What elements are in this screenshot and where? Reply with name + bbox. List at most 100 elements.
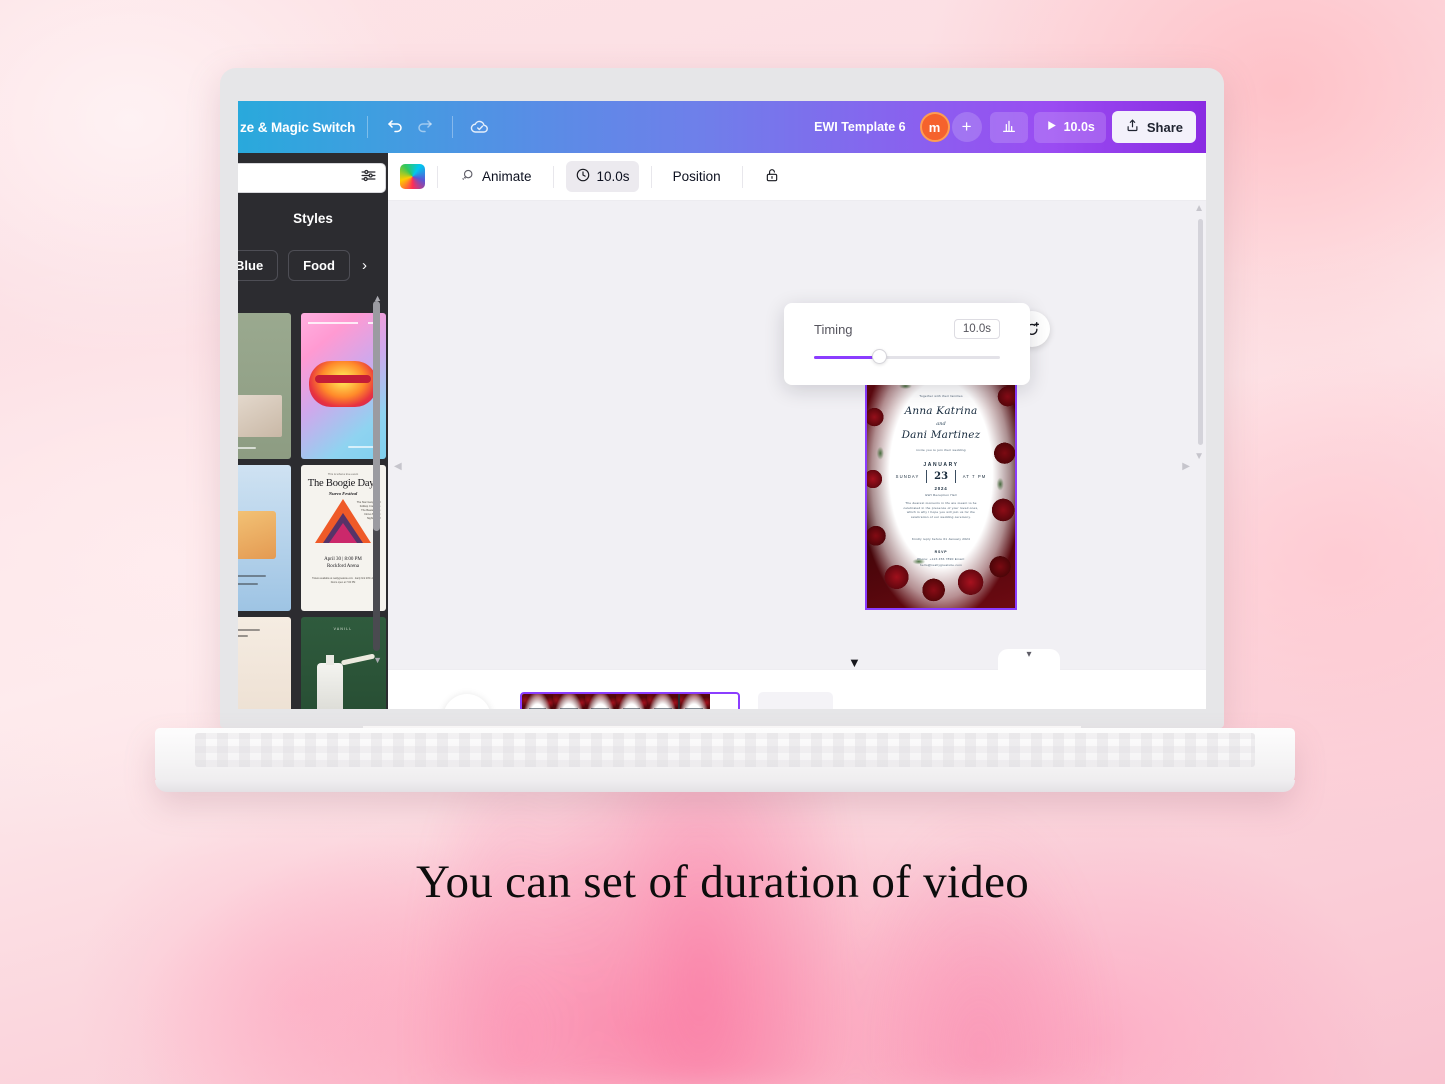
canvas-scroll-up-arrow[interactable]: ▲ xyxy=(1194,203,1204,214)
invitation-eyebrow: Together with their families xyxy=(919,394,963,398)
invitation-contact: Phone: +123 456 7890 Email: xyxy=(917,557,965,561)
color-swatch-button[interactable] xyxy=(400,164,425,189)
canvas-scroll-right-arrow[interactable]: ▶ xyxy=(1182,461,1190,472)
canvas-vertical-scrollbar[interactable] xyxy=(1198,219,1203,445)
context-toolbar: Animate 10.0s Position xyxy=(388,153,1206,201)
left-sidebar: Styles Blue Food › BE A PLAN lan xyxy=(238,153,388,709)
timeline-panel: ▼ ▾ 10.0s + xyxy=(388,649,1206,709)
laptop-front-edge xyxy=(155,780,1295,792)
invitation-rsvp-line: Kindly reply before 01 January 2024 xyxy=(911,537,971,541)
preview-button[interactable]: 10.0s xyxy=(1033,111,1106,143)
timeline-collapse-tab[interactable]: ▾ xyxy=(998,649,1060,671)
search-input[interactable] xyxy=(238,171,360,185)
invitation-rsvp-label: RSVP xyxy=(934,550,948,554)
filter-chip-row: Blue Food › xyxy=(238,250,388,281)
scroll-down-arrow-icon[interactable]: ▼ xyxy=(373,655,382,665)
app-top-bar: ze & Magic Switch EWI Template 6 m + 10.… xyxy=(238,101,1206,153)
analytics-button[interactable] xyxy=(989,111,1028,143)
invitation-day-number: 23 xyxy=(934,471,949,482)
document-name[interactable]: EWI Template 6 xyxy=(814,120,905,134)
avatar[interactable]: m xyxy=(919,112,950,142)
share-label: Share xyxy=(1146,119,1183,135)
share-upload-icon xyxy=(1125,118,1140,136)
filter-chip-food[interactable]: Food xyxy=(288,250,350,281)
timeline-scene[interactable]: 10.0s xyxy=(520,692,740,709)
laptop-keyboard xyxy=(195,733,1255,767)
panel-title: Styles xyxy=(293,211,333,226)
analytics-icon xyxy=(1001,118,1017,137)
caption-text: You can set of duration of video xyxy=(415,856,1030,908)
invitation-year: 2024 xyxy=(934,486,948,491)
lock-icon xyxy=(764,167,780,186)
add-page-button[interactable]: + xyxy=(758,692,833,709)
invitation-groom-name: Dani Martinez xyxy=(901,429,981,441)
timing-popup: Timing 10.0s xyxy=(784,303,1030,385)
canvas-area[interactable]: Together with their families Anna Katrin… xyxy=(388,201,1206,669)
invitation-month: JANUARY xyxy=(923,462,959,468)
position-button[interactable]: Position xyxy=(664,163,730,190)
lock-button[interactable] xyxy=(755,161,789,192)
list-item[interactable] xyxy=(238,617,291,709)
divider xyxy=(452,116,454,138)
divider xyxy=(650,165,652,188)
duration-button[interactable]: 10.0s xyxy=(565,161,639,192)
canvas-scroll-left-arrow[interactable]: ◀ xyxy=(394,461,402,472)
animate-icon xyxy=(459,167,476,187)
timing-value-field[interactable]: 10.0s xyxy=(953,319,1000,339)
invitation-day-label: SUNDAY xyxy=(895,474,920,479)
divider xyxy=(437,165,438,188)
divider xyxy=(552,165,554,188)
clock-icon xyxy=(575,167,591,186)
selected-design-element[interactable]: Together with their families Anna Katrin… xyxy=(865,348,1017,610)
scene-frame xyxy=(678,694,710,709)
list-item[interactable]: ANNUAL val xyxy=(238,465,291,611)
timing-slider-fill xyxy=(814,356,876,359)
list-item[interactable]: BE A PLAN lan xyxy=(238,313,291,459)
divider xyxy=(367,116,369,138)
timing-slider-knob[interactable] xyxy=(871,349,887,364)
duration-label: 10.0s xyxy=(596,169,630,184)
invitation-bride-name: Anna Katrina xyxy=(904,405,978,417)
animate-label: Animate xyxy=(482,169,532,184)
animate-button[interactable]: Animate xyxy=(450,161,541,193)
search-row xyxy=(238,163,386,193)
sliders-icon[interactable] xyxy=(360,167,377,189)
canvas-scroll-down-arrow[interactable]: ▼ xyxy=(1194,451,1204,462)
playhead-marker[interactable]: ▼ xyxy=(848,655,861,670)
scene-frame-strip xyxy=(522,694,710,709)
timing-label: Timing xyxy=(814,321,853,337)
laptop-mockup: ze & Magic Switch EWI Template 6 m + 10.… xyxy=(0,0,1445,820)
undo-icon[interactable] xyxy=(380,112,410,142)
divider xyxy=(741,165,743,188)
invitation-email: hello@reallygreatsite.com xyxy=(920,563,962,567)
sidebar-scrollbar-thumb[interactable] xyxy=(373,301,380,531)
chevron-down-icon: ▾ xyxy=(1026,649,1032,660)
scene-frame xyxy=(615,694,648,709)
play-button[interactable] xyxy=(443,694,491,709)
scene-frame xyxy=(647,694,679,709)
timing-slider[interactable] xyxy=(814,349,1000,364)
timing-row: Timing 10.0s xyxy=(814,319,1000,339)
add-collaborator-button[interactable]: + xyxy=(951,112,982,142)
laptop-screen: ze & Magic Switch EWI Template 6 m + 10.… xyxy=(238,101,1206,709)
invitation-invite-line: invite you to join their wedding xyxy=(916,448,966,452)
play-icon xyxy=(1045,119,1058,135)
invitation-time-label: AT 7 PM xyxy=(962,474,987,479)
chevron-right-icon[interactable]: › xyxy=(360,257,367,274)
search-box[interactable] xyxy=(238,163,386,193)
share-button[interactable]: Share xyxy=(1111,111,1196,143)
scene-frame xyxy=(584,694,616,709)
preview-duration-label: 10.0s xyxy=(1063,120,1095,134)
redo-icon[interactable] xyxy=(410,112,440,142)
template-thumbnail-grid: BE A PLAN lan ANNUAL val xyxy=(238,313,386,709)
invitation-body: The dearest moments in life are meant to… xyxy=(903,501,979,519)
top-bar-title: ze & Magic Switch xyxy=(240,119,356,135)
scene-split-line xyxy=(678,694,680,709)
invitation-joiner: and xyxy=(936,421,946,427)
invitation-venue: EWI Reception Hall xyxy=(925,493,957,497)
sidebar-scrollbar[interactable] xyxy=(373,301,380,651)
scene-frame xyxy=(522,694,554,709)
cloud-saved-icon[interactable] xyxy=(465,112,495,142)
scene-frame xyxy=(553,694,585,709)
filter-chip-blue[interactable]: Blue xyxy=(238,250,279,281)
